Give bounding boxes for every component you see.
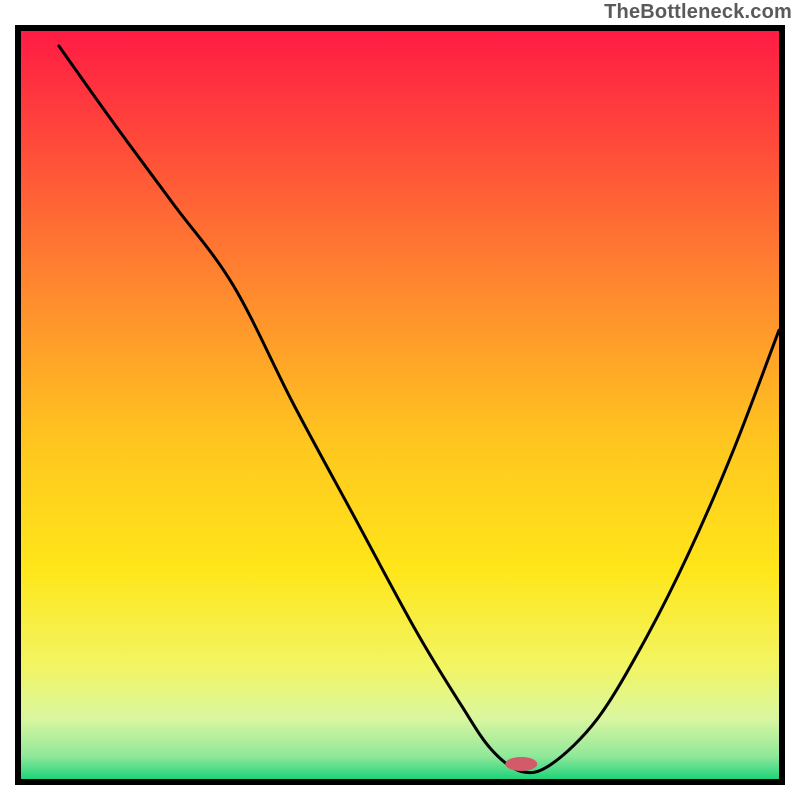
optimal-marker bbox=[505, 757, 537, 771]
gradient-background bbox=[21, 31, 779, 779]
chart-container: TheBottleneck.com bbox=[0, 0, 800, 800]
bottleneck-chart bbox=[15, 25, 785, 785]
watermark: TheBottleneck.com bbox=[604, 1, 792, 24]
